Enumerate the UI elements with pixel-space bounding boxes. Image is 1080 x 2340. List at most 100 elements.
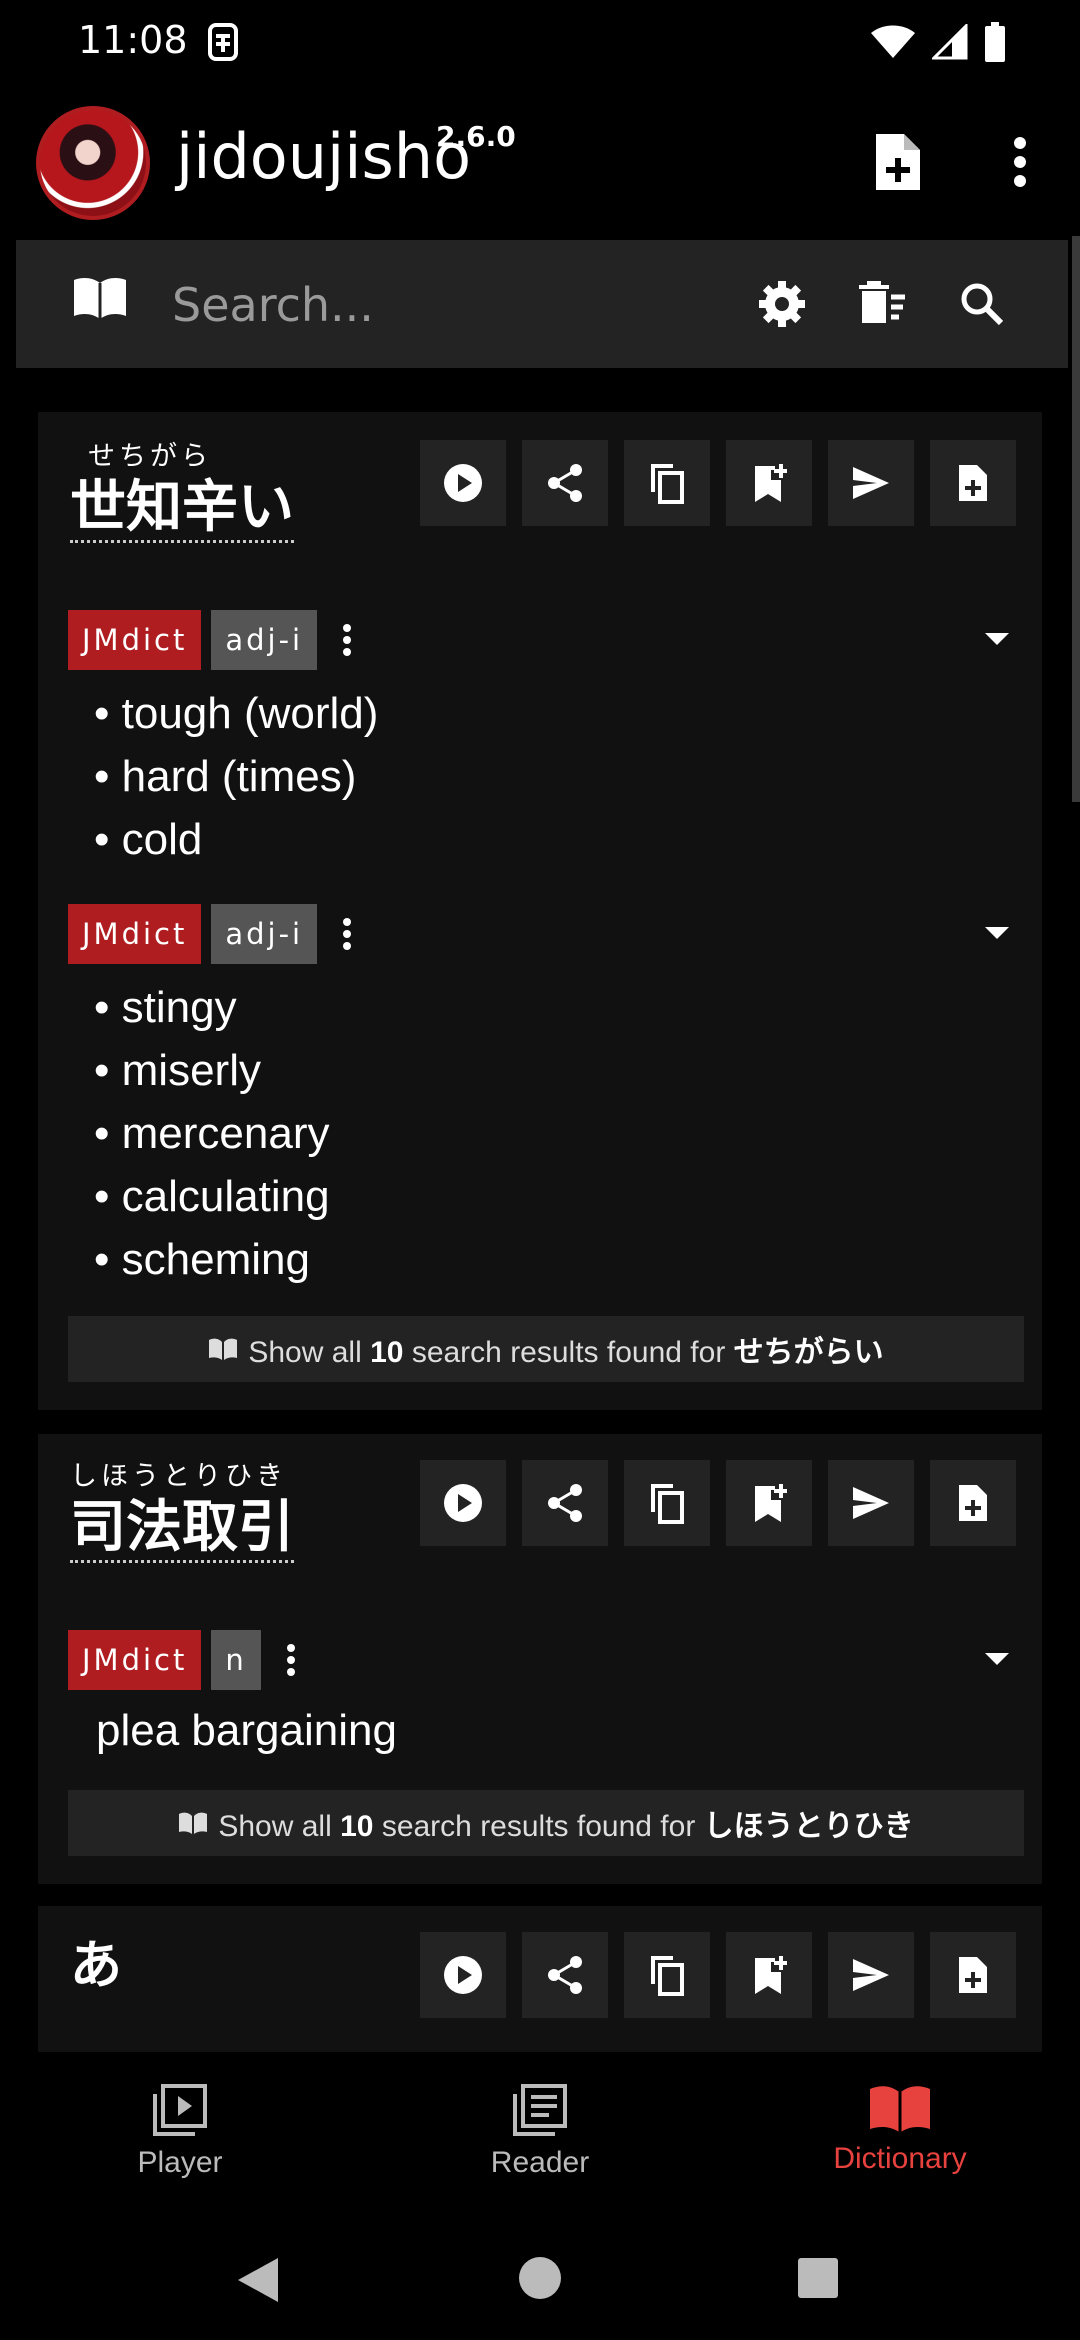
scrollbar[interactable]	[1072, 236, 1080, 802]
search-icon	[961, 283, 1004, 326]
search-bar: Search...	[16, 240, 1068, 368]
new-card-button[interactable]	[862, 126, 934, 198]
gloss-item: miserly	[94, 1039, 330, 1102]
note-add-icon	[959, 465, 987, 501]
note-add-icon	[959, 1485, 987, 1521]
result-count: 10	[370, 1336, 404, 1369]
dictionary-entry-card: あ	[38, 1906, 1042, 2052]
reader-icon	[513, 2084, 567, 2136]
back-triangle-icon	[238, 2258, 278, 2302]
show-all-results-button[interactable]: Show all 10 search results found for しほう…	[68, 1790, 1024, 1856]
gloss-list: tough (world) hard (times) cold	[94, 682, 379, 871]
search-button[interactable]	[950, 272, 1014, 336]
dictionary-tag[interactable]: JMdict	[68, 904, 202, 964]
status-time: 11:08	[78, 18, 188, 62]
entry-headword[interactable]: あ	[70, 1936, 122, 1998]
nav-reader[interactable]: Reader	[410, 2084, 670, 2180]
gloss-item: tough (world)	[94, 682, 379, 745]
sense-tags: JMdict adj-i	[68, 904, 367, 964]
bookmark-add-button[interactable]	[726, 1460, 812, 1546]
show-all-middle: search results found for	[381, 1810, 696, 1843]
arrow-drop-down-icon	[985, 927, 1009, 939]
share-button[interactable]	[522, 440, 608, 526]
show-all-middle: search results found for	[411, 1336, 726, 1369]
part-of-speech-tag[interactable]: adj-i	[211, 904, 318, 964]
gloss-text: plea bargaining	[96, 1706, 397, 1755]
recents-button[interactable]	[798, 2258, 838, 2302]
system-icons	[870, 22, 1006, 62]
copy-button[interactable]	[624, 440, 710, 526]
bookmark-add-button[interactable]	[726, 1932, 812, 2018]
copy-button[interactable]	[624, 1932, 710, 2018]
settings-button[interactable]	[750, 272, 814, 336]
more-vert-icon	[343, 918, 352, 950]
share-button[interactable]	[522, 1932, 608, 2018]
bookmark-add-button[interactable]	[726, 440, 812, 526]
entry-reading: せちがら	[88, 441, 212, 472]
search-term: せちがらい	[733, 1336, 884, 1369]
play-audio-button[interactable]	[420, 1460, 506, 1546]
send-icon	[853, 1487, 889, 1519]
arrow-drop-down-icon	[985, 1653, 1009, 1665]
sense-menu-button[interactable]	[271, 1630, 311, 1690]
dictionary-tag[interactable]: JMdict	[68, 610, 202, 670]
play-icon	[444, 1956, 482, 1994]
bookmark-add-icon	[755, 1956, 787, 1994]
send-button[interactable]	[828, 1460, 914, 1546]
gloss-item: cold	[94, 808, 378, 871]
app-bar: jidoujisho 2.6.0	[0, 90, 1080, 240]
part-of-speech-tag[interactable]: n	[211, 1630, 261, 1690]
book-icon	[209, 1338, 238, 1360]
gloss-item: scheming	[94, 1228, 330, 1291]
entry-headword[interactable]: 司法取引	[70, 1498, 294, 1563]
sense-tags: JMdict n	[68, 1630, 311, 1690]
entry-headword[interactable]: 世知辛い	[70, 478, 294, 543]
home-button[interactable]	[518, 2256, 562, 2304]
sense-menu-button[interactable]	[327, 904, 367, 964]
sense-tags: JMdict adj-i	[68, 610, 367, 670]
delete-sweep-icon	[859, 281, 905, 323]
show-all-prefix: Show all	[248, 1336, 362, 1369]
dictionary-entry-card: しほうとりひき 司法取引 JMdict n plea bargaining Sh…	[38, 1434, 1042, 1884]
note-add-icon	[876, 134, 920, 190]
create-card-button[interactable]	[930, 440, 1016, 526]
create-card-button[interactable]	[930, 1932, 1016, 2018]
collapse-sense-button[interactable]	[982, 624, 1012, 654]
overflow-menu-button[interactable]	[984, 126, 1056, 198]
nav-player[interactable]: Player	[50, 2084, 310, 2180]
share-button[interactable]	[522, 1460, 608, 1546]
result-count: 10	[340, 1810, 374, 1843]
clear-history-button[interactable]	[850, 272, 914, 336]
book-icon	[179, 1812, 208, 1834]
play-audio-button[interactable]	[420, 1932, 506, 2018]
dictionary-icon	[870, 2086, 930, 2132]
copy-button[interactable]	[624, 1460, 710, 1546]
play-icon	[444, 464, 482, 502]
share-icon	[548, 1484, 582, 1522]
wifi-icon	[871, 25, 915, 58]
entry-action-buttons	[420, 1932, 1016, 2018]
note-add-icon	[959, 1957, 987, 1993]
search-input[interactable]: Search...	[172, 278, 374, 332]
bookmark-add-icon	[755, 464, 787, 502]
more-vert-icon	[1014, 137, 1026, 187]
send-button[interactable]	[828, 440, 914, 526]
send-icon	[853, 1959, 889, 1991]
create-card-button[interactable]	[930, 1460, 1016, 1546]
copy-icon	[651, 464, 684, 504]
dictionary-book-icon[interactable]	[72, 276, 128, 326]
gloss-item: stingy	[94, 976, 330, 1039]
send-button[interactable]	[828, 1932, 914, 2018]
sense-menu-button[interactable]	[327, 610, 367, 670]
part-of-speech-tag[interactable]: adj-i	[211, 610, 318, 670]
search-term: しほうとりひき	[703, 1810, 914, 1843]
nav-label: Reader	[490, 2146, 590, 2179]
dictionary-tag[interactable]: JMdict	[68, 1630, 202, 1690]
collapse-sense-button[interactable]	[982, 918, 1012, 948]
play-audio-button[interactable]	[420, 440, 506, 526]
collapse-sense-button[interactable]	[982, 1644, 1012, 1674]
show-all-results-button[interactable]: Show all 10 search results found for せちが…	[68, 1316, 1024, 1382]
back-button[interactable]	[236, 2256, 280, 2308]
app-version: 2.6.0	[436, 120, 516, 153]
nav-dictionary[interactable]: Dictionary	[770, 2084, 1030, 2176]
